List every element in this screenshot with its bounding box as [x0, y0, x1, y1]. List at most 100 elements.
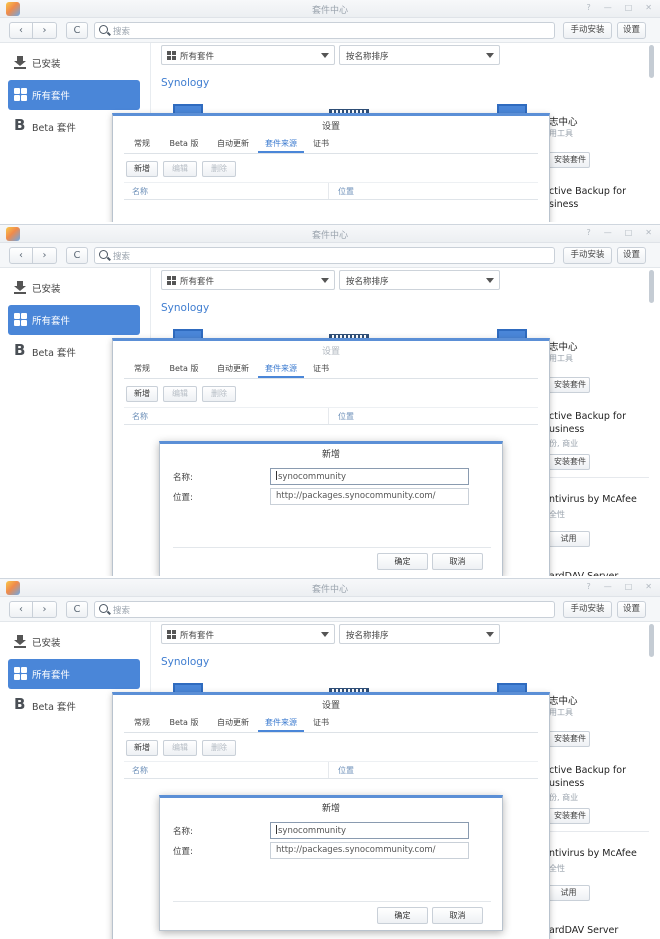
minimize-icon[interactable]: —	[604, 3, 612, 12]
scrollbar[interactable]	[649, 45, 654, 78]
tab-auto-update[interactable]: 自动更新	[208, 136, 258, 153]
cancel-button[interactable]: 取消	[432, 553, 483, 570]
settings-button[interactable]: 设置	[617, 247, 646, 264]
column-location[interactable]: 位置	[338, 186, 354, 197]
beta-icon: B	[14, 695, 26, 713]
search-input[interactable]: 搜索	[94, 601, 555, 618]
forward-button[interactable]: ›	[33, 247, 57, 264]
package-subtitle: 用工具	[549, 129, 573, 138]
category-dropdown[interactable]: 所有套件	[161, 45, 335, 65]
trial-button[interactable]: 试用	[547, 885, 590, 901]
edit-source-button[interactable]: 编辑	[163, 161, 197, 177]
settings-tabs: 常规 Beta 版 自动更新 套件来源 证书	[124, 715, 338, 732]
help-icon[interactable]: ?	[586, 582, 590, 591]
package-title-line2: usiness	[549, 424, 585, 435]
maximize-icon[interactable]: □	[625, 228, 633, 237]
location-field[interactable]: http://packages.synocommunity.com/	[270, 488, 469, 505]
sort-dropdown[interactable]: 按名称排序	[339, 270, 500, 290]
tab-auto-update[interactable]: 自动更新	[208, 361, 258, 378]
add-source-button[interactable]: 新增	[126, 161, 158, 177]
add-source-button[interactable]: 新增	[126, 386, 158, 402]
package-title-line2: siness	[549, 199, 579, 210]
help-icon[interactable]: ?	[586, 3, 590, 12]
delete-source-button[interactable]: 删除	[202, 386, 236, 402]
trial-button[interactable]: 试用	[547, 531, 590, 547]
sidebar-item-installed[interactable]: 已安装	[8, 48, 140, 78]
sidebar-item-installed[interactable]: 已安装	[8, 627, 140, 657]
tab-certificate[interactable]: 证书	[304, 715, 338, 732]
sidebar-item-label: Beta 套件	[32, 348, 76, 359]
manual-install-button[interactable]: 手动安装	[563, 601, 612, 618]
refresh-button[interactable]: C	[66, 247, 88, 264]
manual-install-button[interactable]: 手动安装	[563, 22, 612, 39]
scrollbar[interactable]	[649, 270, 654, 303]
search-input[interactable]: 搜索	[94, 22, 555, 39]
add-source-button[interactable]: 新增	[126, 740, 158, 756]
download-icon	[14, 281, 26, 294]
name-field[interactable]: synocommunity	[270, 822, 469, 839]
help-icon[interactable]: ?	[586, 228, 590, 237]
install-package-button[interactable]: 安装套件	[547, 808, 590, 824]
column-name[interactable]: 名称	[132, 186, 148, 197]
minimize-icon[interactable]: —	[604, 582, 612, 591]
tab-package-sources[interactable]: 套件来源	[258, 361, 304, 378]
column-name[interactable]: 名称	[132, 411, 148, 422]
ok-button[interactable]: 确定	[377, 907, 428, 924]
settings-button[interactable]: 设置	[617, 601, 646, 618]
tab-beta[interactable]: Beta 版	[160, 361, 208, 378]
column-location[interactable]: 位置	[338, 411, 354, 422]
category-dropdown[interactable]: 所有套件	[161, 624, 335, 644]
sort-dropdown[interactable]: 按名称排序	[339, 624, 500, 644]
tab-certificate[interactable]: 证书	[304, 361, 338, 378]
install-package-button[interactable]: 安装套件	[547, 731, 590, 747]
tab-package-sources[interactable]: 套件来源	[258, 715, 304, 732]
back-button[interactable]: ‹	[9, 601, 33, 618]
install-package-button[interactable]: 安装套件	[547, 152, 590, 168]
close-icon[interactable]: ✕	[645, 3, 652, 12]
maximize-icon[interactable]: □	[625, 3, 633, 12]
back-button[interactable]: ‹	[9, 247, 33, 264]
tab-beta[interactable]: Beta 版	[160, 715, 208, 732]
delete-source-button[interactable]: 删除	[202, 161, 236, 177]
sort-dropdown[interactable]: 按名称排序	[339, 45, 500, 65]
search-input[interactable]: 搜索	[94, 247, 555, 264]
chevron-down-icon	[486, 278, 494, 283]
edit-source-button[interactable]: 编辑	[163, 740, 197, 756]
edit-source-button[interactable]: 编辑	[163, 386, 197, 402]
manual-install-button[interactable]: 手动安装	[563, 247, 612, 264]
column-location[interactable]: 位置	[338, 765, 354, 776]
tab-general[interactable]: 常规	[124, 361, 160, 378]
package-title: ctive Backup for	[549, 411, 626, 422]
tab-certificate[interactable]: 证书	[304, 136, 338, 153]
scrollbar[interactable]	[649, 624, 654, 657]
ok-button[interactable]: 确定	[377, 553, 428, 570]
cancel-button[interactable]: 取消	[432, 907, 483, 924]
tab-beta[interactable]: Beta 版	[160, 136, 208, 153]
tab-auto-update[interactable]: 自动更新	[208, 715, 258, 732]
close-icon[interactable]: ✕	[645, 582, 652, 591]
forward-button[interactable]: ›	[33, 601, 57, 618]
close-icon[interactable]: ✕	[645, 228, 652, 237]
forward-button[interactable]: ›	[33, 22, 57, 39]
name-field[interactable]: synocommunity	[270, 468, 469, 485]
sidebar-item-installed[interactable]: 已安装	[8, 273, 140, 303]
refresh-button[interactable]: C	[66, 22, 88, 39]
category-dropdown[interactable]: 所有套件	[161, 270, 335, 290]
minimize-icon[interactable]: —	[604, 228, 612, 237]
tab-general[interactable]: 常规	[124, 136, 160, 153]
refresh-button[interactable]: C	[66, 601, 88, 618]
sidebar-item-all-packages[interactable]: 所有套件	[8, 659, 140, 689]
tab-general[interactable]: 常规	[124, 715, 160, 732]
column-name[interactable]: 名称	[132, 765, 148, 776]
install-package-button[interactable]: 安装套件	[547, 377, 590, 393]
back-button[interactable]: ‹	[9, 22, 33, 39]
sidebar-item-label: 所有套件	[32, 316, 71, 327]
settings-button[interactable]: 设置	[617, 22, 646, 39]
tab-package-sources[interactable]: 套件来源	[258, 136, 304, 153]
delete-source-button[interactable]: 删除	[202, 740, 236, 756]
install-package-button[interactable]: 安装套件	[547, 454, 590, 470]
location-field[interactable]: http://packages.synocommunity.com/	[270, 842, 469, 859]
sidebar-item-all-packages[interactable]: 所有套件	[8, 80, 140, 110]
maximize-icon[interactable]: □	[625, 582, 633, 591]
sidebar-item-all-packages[interactable]: 所有套件	[8, 305, 140, 335]
